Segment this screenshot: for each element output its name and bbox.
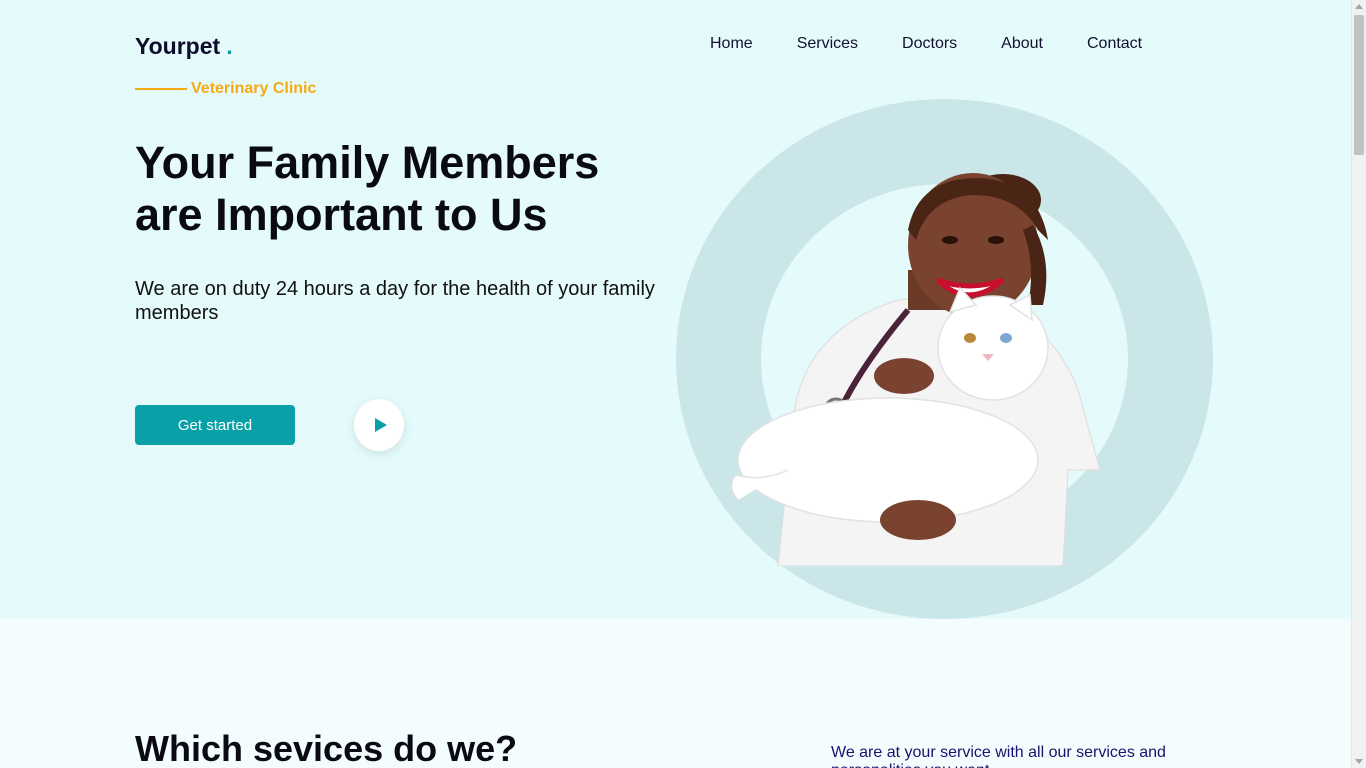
main-nav: Home Services Doctors About Contact bbox=[710, 34, 1186, 54]
hero-section: Yourpet. Home Services Doctors About Con… bbox=[0, 0, 1351, 619]
scroll-down-arrow-icon[interactable] bbox=[1355, 759, 1363, 764]
services-title: Which sevices do we? bbox=[135, 728, 518, 768]
headline-line-1: Your Family Members bbox=[135, 137, 600, 188]
vet-with-cat-image bbox=[730, 173, 1101, 566]
page: Yourpet. Home Services Doctors About Con… bbox=[0, 0, 1351, 768]
nav-about[interactable]: About bbox=[1001, 34, 1043, 54]
nav-services[interactable]: Services bbox=[797, 34, 858, 54]
nav-home[interactable]: Home bbox=[710, 34, 753, 54]
scroll-up-arrow-icon[interactable] bbox=[1355, 4, 1363, 9]
get-started-button[interactable]: Get started bbox=[135, 405, 295, 445]
services-intro: We are at your service with all our serv… bbox=[831, 744, 1166, 768]
logo-text: Yourpet bbox=[135, 33, 221, 59]
tagline-line bbox=[135, 88, 187, 90]
logo-dot: . bbox=[226, 33, 233, 59]
play-icon bbox=[375, 418, 387, 432]
hero-subtext: We are on duty 24 hours a day for the he… bbox=[135, 278, 655, 324]
tagline: Veterinary Clinic bbox=[135, 80, 316, 98]
page-scrollbar[interactable] bbox=[1351, 0, 1366, 768]
logo[interactable]: Yourpet. bbox=[135, 33, 233, 60]
scroll-thumb[interactable] bbox=[1354, 15, 1364, 155]
hero-headline: Your Family Members are Important to Us bbox=[135, 137, 675, 241]
tagline-text: Veterinary Clinic bbox=[191, 80, 317, 97]
nav-contact[interactable]: Contact bbox=[1087, 34, 1142, 54]
play-video-button[interactable] bbox=[354, 399, 404, 451]
nav-doctors[interactable]: Doctors bbox=[902, 34, 957, 54]
headline-line-2: are Important to Us bbox=[135, 189, 548, 240]
